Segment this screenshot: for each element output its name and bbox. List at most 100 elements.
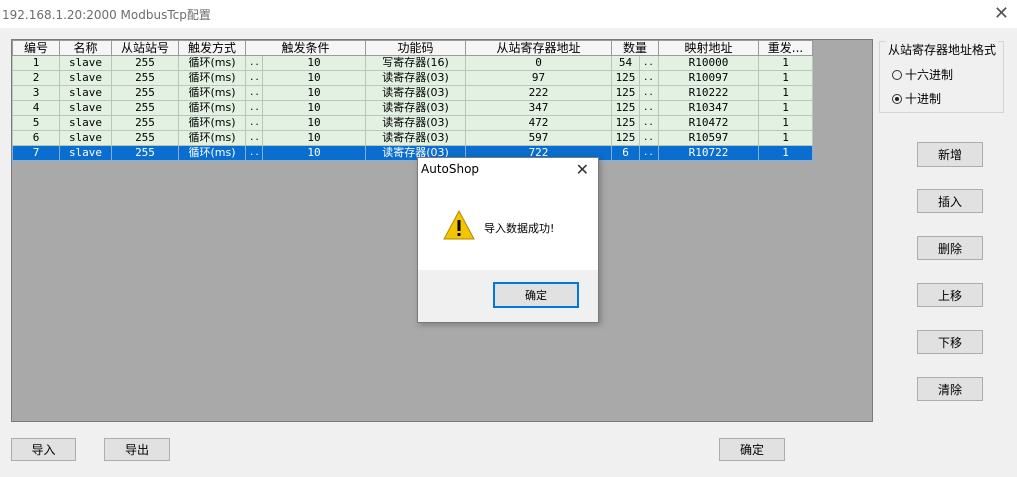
cell-retry[interactable]: 1 xyxy=(758,130,813,146)
col-header-retry[interactable]: 重发... xyxy=(758,40,813,56)
cell-map[interactable]: R10097 xyxy=(658,70,759,86)
cell-retry[interactable]: 1 xyxy=(758,55,813,71)
cell-condition[interactable]: 10 xyxy=(262,85,366,101)
col-header-map[interactable]: 映射地址 xyxy=(658,40,759,56)
cell-name[interactable]: slave xyxy=(59,130,112,146)
dialog-ok-button[interactable]: 确定 xyxy=(493,282,579,308)
col-header-count[interactable]: 数量 xyxy=(611,40,659,56)
cell-trigger-ellipsis[interactable]: .. xyxy=(245,85,263,101)
cell-map[interactable]: R10597 xyxy=(658,130,759,146)
radio-dec[interactable]: 十进制 xyxy=(892,90,941,107)
cell-map[interactable]: R10000 xyxy=(658,55,759,71)
delete-button[interactable]: 删除 xyxy=(917,236,983,260)
cell-retry[interactable]: 1 xyxy=(758,85,813,101)
cell-name[interactable]: slave xyxy=(59,70,112,86)
cell-trigger[interactable]: 循环(ms) xyxy=(178,100,246,116)
cell-trigger-ellipsis[interactable]: .. xyxy=(245,55,263,71)
cell-condition[interactable]: 10 xyxy=(262,100,366,116)
cell-address[interactable]: 222 xyxy=(465,85,612,101)
move-down-button[interactable]: 下移 xyxy=(917,330,983,354)
cell-trigger-ellipsis[interactable]: .. xyxy=(245,115,263,131)
add-button[interactable]: 新增 xyxy=(917,142,983,167)
confirm-button[interactable]: 确定 xyxy=(719,438,785,461)
cell-trigger[interactable]: 循环(ms) xyxy=(178,145,246,161)
col-header-condition[interactable]: 触发条件 xyxy=(245,40,366,56)
cell-condition[interactable]: 10 xyxy=(262,55,366,71)
cell-function[interactable]: 写寄存器(16) xyxy=(365,55,466,71)
cell-name[interactable]: slave xyxy=(59,145,112,161)
table-row[interactable]: 2 slave 255 循环(ms).. 10 读寄存器(03) 97 125.. R10097… xyxy=(12,70,813,86)
cell-count-ellipsis[interactable]: .. xyxy=(639,115,659,131)
close-icon[interactable]: ✕ xyxy=(994,3,1009,24)
cell-trigger[interactable]: 循环(ms) xyxy=(178,130,246,146)
cell-no[interactable]: 4 xyxy=(12,100,60,116)
cell-no[interactable]: 7 xyxy=(12,145,60,161)
cell-function[interactable]: 读寄存器(03) xyxy=(365,85,466,101)
cell-count[interactable]: 6 xyxy=(611,145,640,161)
cell-function[interactable]: 读寄存器(03) xyxy=(365,115,466,131)
table-row[interactable]: 3 slave 255 循环(ms).. 10 读寄存器(03) 222 125.. R1022… xyxy=(12,85,813,101)
cell-count[interactable]: 125 xyxy=(611,70,640,86)
col-header-trigger[interactable]: 触发方式 xyxy=(178,40,246,56)
cell-count-ellipsis[interactable]: .. xyxy=(639,85,659,101)
col-header-function[interactable]: 功能码 xyxy=(365,40,466,56)
move-up-button[interactable]: 上移 xyxy=(917,283,983,307)
col-header-address[interactable]: 从站寄存器地址 xyxy=(465,40,612,56)
cell-trigger[interactable]: 循环(ms) xyxy=(178,85,246,101)
cell-address[interactable]: 97 xyxy=(465,70,612,86)
cell-count-ellipsis[interactable]: .. xyxy=(639,100,659,116)
cell-count[interactable]: 125 xyxy=(611,130,640,146)
table-row[interactable]: 1 slave 255 循环(ms).. 10 写寄存器(16) 0 54.. R10000 1 xyxy=(12,55,813,71)
cell-address[interactable]: 597 xyxy=(465,130,612,146)
col-header-station[interactable]: 从站站号 xyxy=(111,40,179,56)
cell-no[interactable]: 2 xyxy=(12,70,60,86)
cell-count[interactable]: 125 xyxy=(611,115,640,131)
cell-condition[interactable]: 10 xyxy=(262,145,366,161)
cell-count[interactable]: 54 xyxy=(611,55,640,71)
cell-trigger[interactable]: 循环(ms) xyxy=(178,115,246,131)
cell-map[interactable]: R10472 xyxy=(658,115,759,131)
cell-function[interactable]: 读寄存器(03) xyxy=(365,70,466,86)
cell-map[interactable]: R10222 xyxy=(658,85,759,101)
cell-count-ellipsis[interactable]: .. xyxy=(639,70,659,86)
table-row[interactable]: 6 slave 255 循环(ms).. 10 读寄存器(03) 597 125.. R1059… xyxy=(12,130,813,146)
cell-condition[interactable]: 10 xyxy=(262,115,366,131)
cell-address[interactable]: 347 xyxy=(465,100,612,116)
insert-button[interactable]: 插入 xyxy=(917,189,983,213)
col-header-name[interactable]: 名称 xyxy=(59,40,112,56)
cell-retry[interactable]: 1 xyxy=(758,145,813,161)
cell-count-ellipsis[interactable]: .. xyxy=(639,55,659,71)
export-button[interactable]: 导出 xyxy=(104,438,170,461)
cell-retry[interactable]: 1 xyxy=(758,115,813,131)
cell-name[interactable]: slave xyxy=(59,85,112,101)
radio-hex-indicator[interactable] xyxy=(892,69,902,80)
cell-address[interactable]: 0 xyxy=(465,55,612,71)
radio-hex[interactable]: 十六进制 xyxy=(892,66,953,83)
cell-trigger-ellipsis[interactable]: .. xyxy=(245,130,263,146)
cell-station[interactable]: 255 xyxy=(111,55,179,71)
cell-condition[interactable]: 10 xyxy=(262,70,366,86)
cell-count[interactable]: 125 xyxy=(611,85,640,101)
cell-map[interactable]: R10722 xyxy=(658,145,759,161)
cell-name[interactable]: slave xyxy=(59,55,112,71)
cell-no[interactable]: 5 xyxy=(12,115,60,131)
cell-condition[interactable]: 10 xyxy=(262,130,366,146)
cell-address[interactable]: 472 xyxy=(465,115,612,131)
radio-dec-indicator[interactable] xyxy=(892,93,902,104)
clear-button[interactable]: 清除 xyxy=(917,377,983,401)
cell-no[interactable]: 6 xyxy=(12,130,60,146)
cell-station[interactable]: 255 xyxy=(111,70,179,86)
cell-trigger[interactable]: 循环(ms) xyxy=(178,70,246,86)
cell-trigger[interactable]: 循环(ms) xyxy=(178,55,246,71)
cell-name[interactable]: slave xyxy=(59,115,112,131)
cell-count-ellipsis[interactable]: .. xyxy=(639,145,659,161)
cell-map[interactable]: R10347 xyxy=(658,100,759,116)
cell-retry[interactable]: 1 xyxy=(758,100,813,116)
table-row[interactable]: 4 slave 255 循环(ms).. 10 读寄存器(03) 347 125.. R1034… xyxy=(12,100,813,116)
cell-trigger-ellipsis[interactable]: .. xyxy=(245,70,263,86)
cell-trigger-ellipsis[interactable]: .. xyxy=(245,100,263,116)
import-button[interactable]: 导入 xyxy=(11,438,76,461)
cell-station[interactable]: 255 xyxy=(111,85,179,101)
cell-function[interactable]: 读寄存器(03) xyxy=(365,100,466,116)
cell-station[interactable]: 255 xyxy=(111,100,179,116)
